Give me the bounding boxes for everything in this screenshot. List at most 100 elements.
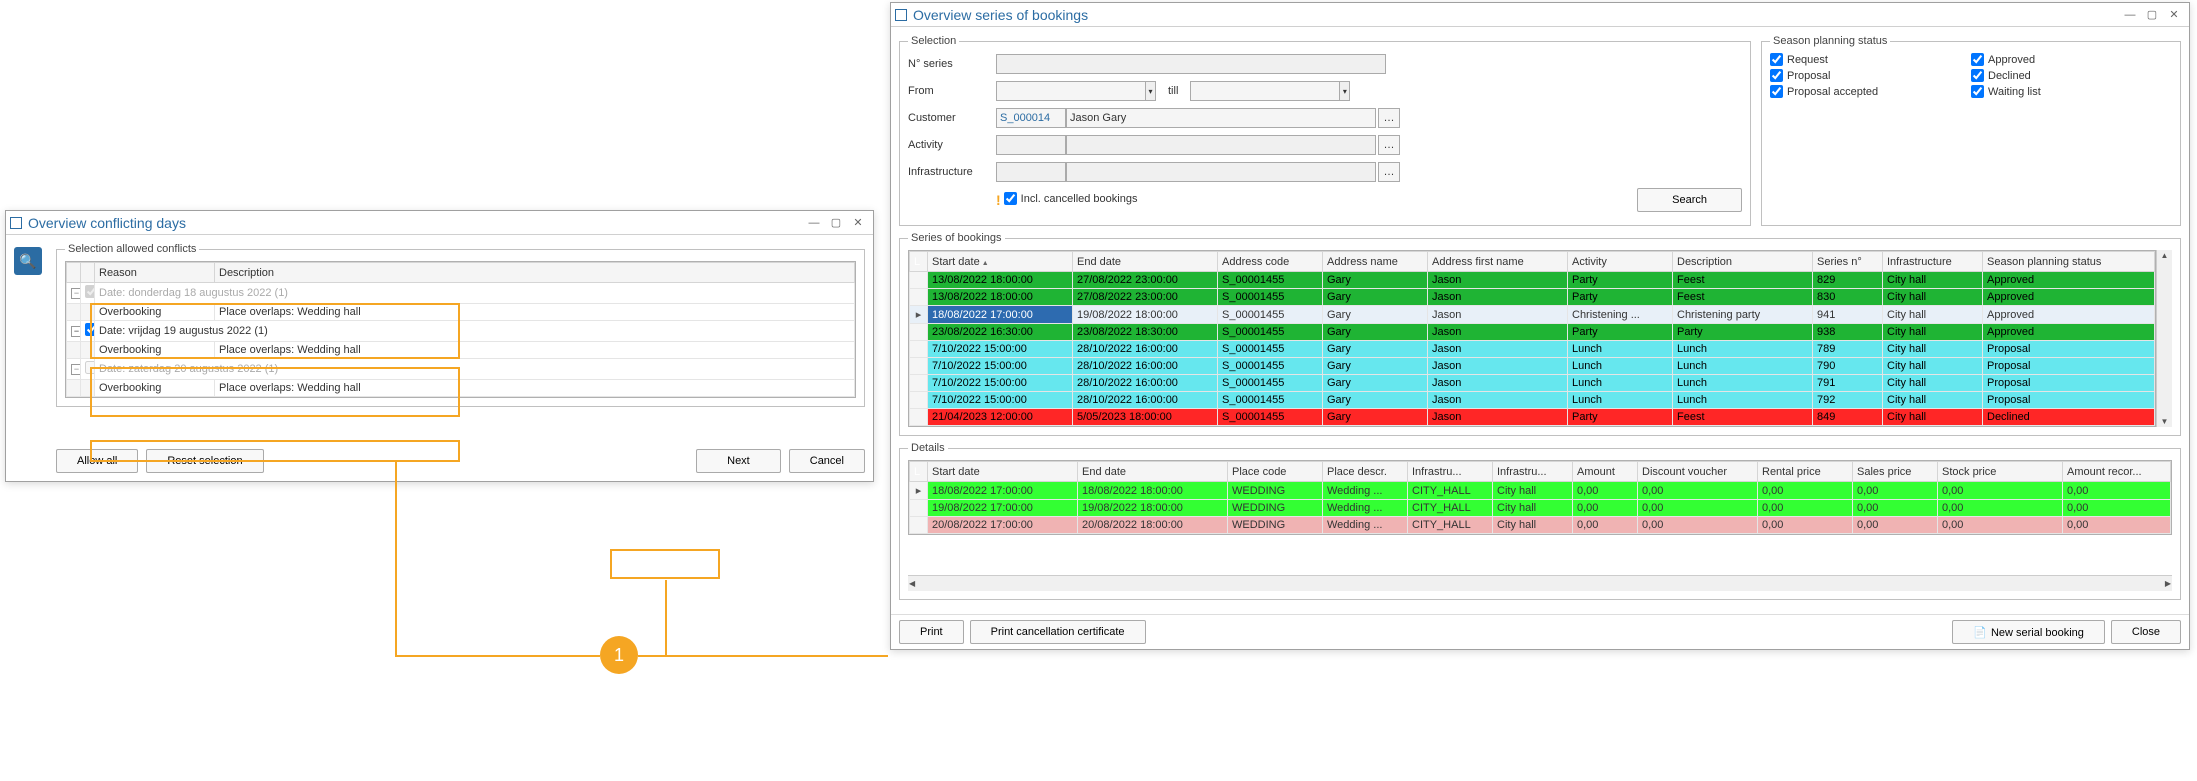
details-fieldset: Details L Start date End date Place code…: [899, 442, 2181, 600]
series-addrcode-header[interactable]: Address code: [1218, 252, 1323, 272]
group-label[interactable]: Date: vrijdag 19 augustus 2022 (1): [95, 321, 855, 342]
search-button[interactable]: Search: [1637, 188, 1742, 212]
expand-toggle[interactable]: −: [67, 321, 81, 342]
group-label[interactable]: Date: zaterdag 20 augustus 2022 (1): [95, 359, 855, 380]
callout-line-4: [665, 580, 667, 656]
infra-name-input[interactable]: [1066, 162, 1376, 182]
series-desc-header[interactable]: Description: [1673, 252, 1813, 272]
details-table: L Start date End date Place code Place d…: [909, 461, 2171, 534]
series-no-header[interactable]: Series n°: [1813, 252, 1883, 272]
series-addrname-header[interactable]: Address name: [1323, 252, 1428, 272]
from-date-input[interactable]: [996, 81, 1145, 101]
incl-cancelled-checkbox[interactable]: Incl. cancelled bookings: [1004, 192, 1138, 205]
activity-code-input[interactable]: [996, 135, 1066, 155]
details-end-header[interactable]: End date: [1078, 462, 1228, 482]
details-l-header[interactable]: L: [910, 462, 928, 482]
details-sales-header[interactable]: Sales price: [1853, 462, 1938, 482]
series-row[interactable]: 7/10/2022 15:00:0028/10/2022 16:00:00S_0…: [910, 341, 2155, 358]
customer-lookup-button[interactable]: …: [1378, 108, 1400, 128]
minimize-button[interactable]: —: [2119, 7, 2141, 23]
group-checkbox[interactable]: [81, 359, 95, 380]
activity-name-input[interactable]: [1066, 135, 1376, 155]
series-end-header[interactable]: End date: [1073, 252, 1218, 272]
details-row[interactable]: 19/08/2022 17:00:0019/08/2022 18:00:00WE…: [910, 500, 2171, 517]
series-l-header[interactable]: L: [910, 252, 928, 272]
details-placedesc-header[interactable]: Place descr.: [1323, 462, 1408, 482]
series-status-header[interactable]: Season planning status: [1983, 252, 2155, 272]
chk-approved[interactable]: Approved: [1971, 53, 2035, 66]
conflict-desc[interactable]: Place overlaps: Wedding hall: [215, 304, 855, 321]
expand-toggle[interactable]: −: [67, 359, 81, 380]
details-amountrec-header[interactable]: Amount recor...: [2063, 462, 2171, 482]
conflicts-fieldset: Selection allowed conflicts Reason Descr…: [56, 243, 865, 407]
conflict-desc[interactable]: Place overlaps: Wedding hall: [215, 380, 855, 397]
window-icon: [895, 9, 907, 21]
print-button[interactable]: Print: [899, 620, 964, 644]
infra-lookup-button[interactable]: …: [1378, 162, 1400, 182]
chk-waiting[interactable]: Waiting list: [1971, 85, 2041, 98]
details-infracode-header[interactable]: Infrastru...: [1408, 462, 1493, 482]
expand-col-header: [67, 263, 81, 283]
expand-toggle[interactable]: −: [67, 283, 81, 304]
details-amount-header[interactable]: Amount: [1573, 462, 1638, 482]
details-h-scrollbar[interactable]: ◀▶: [908, 575, 2172, 591]
till-date-input[interactable]: [1190, 81, 1339, 101]
maximize-button[interactable]: ▢: [825, 215, 847, 231]
conflict-desc[interactable]: Place overlaps: Wedding hall: [215, 342, 855, 359]
from-date-dropdown[interactable]: ▾: [1145, 81, 1156, 101]
details-row[interactable]: 20/08/2022 17:00:0020/08/2022 18:00:00WE…: [910, 517, 2171, 534]
maximize-button[interactable]: ▢: [2141, 7, 2163, 23]
series-start-header[interactable]: Start date▲: [928, 252, 1073, 272]
warning-icon: !: [996, 192, 1001, 208]
customer-name-input[interactable]: [1066, 108, 1376, 128]
minimize-button[interactable]: —: [803, 215, 825, 231]
activity-lookup-button[interactable]: …: [1378, 135, 1400, 155]
next-button[interactable]: Next: [696, 449, 781, 473]
details-placecode-header[interactable]: Place code: [1228, 462, 1323, 482]
details-start-header[interactable]: Start date: [928, 462, 1078, 482]
series-row[interactable]: 13/08/2022 18:00:0027/08/2022 23:00:00S_…: [910, 289, 2155, 306]
overview-window: Overview series of bookings — ▢ ✕ Select…: [890, 2, 2190, 650]
details-discount-header[interactable]: Discount voucher: [1638, 462, 1758, 482]
allow-all-button[interactable]: Allow all: [56, 449, 138, 473]
reason-header[interactable]: Reason: [95, 263, 215, 283]
till-date-dropdown[interactable]: ▾: [1339, 81, 1350, 101]
series-row[interactable]: 7/10/2022 15:00:0028/10/2022 16:00:00S_0…: [910, 375, 2155, 392]
close-button[interactable]: Close: [2111, 620, 2181, 644]
series-row[interactable]: 23/08/2022 16:30:0023/08/2022 18:30:00S_…: [910, 324, 2155, 341]
infra-code-input[interactable]: [996, 162, 1066, 182]
series-activity-header[interactable]: Activity: [1568, 252, 1673, 272]
details-row[interactable]: ▸18/08/2022 17:00:0018/08/2022 18:00:00W…: [910, 482, 2171, 500]
series-row[interactable]: 21/04/2023 12:00:005/05/2023 18:00:00S_0…: [910, 409, 2155, 426]
conflict-reason[interactable]: Overbooking: [95, 304, 215, 321]
group-checkbox[interactable]: [81, 283, 95, 304]
n-series-input[interactable]: [996, 54, 1386, 74]
customer-code-input[interactable]: [996, 108, 1066, 128]
new-serial-booking-button[interactable]: 📄New serial booking: [1952, 620, 2105, 644]
series-row[interactable]: ▸18/08/2022 17:00:0019/08/2022 18:00:00S…: [910, 306, 2155, 324]
series-scrollbar[interactable]: ▲▼: [2156, 250, 2172, 427]
cancel-button[interactable]: Cancel: [789, 449, 865, 473]
conflict-reason[interactable]: Overbooking: [95, 342, 215, 359]
print-cert-button[interactable]: Print cancellation certificate: [970, 620, 1146, 644]
series-row[interactable]: 13/08/2022 18:00:0027/08/2022 23:00:00S_…: [910, 272, 2155, 289]
group-label[interactable]: Date: donderdag 18 augustus 2022 (1): [95, 283, 855, 304]
series-infra-header[interactable]: Infrastructure: [1883, 252, 1983, 272]
series-row[interactable]: 7/10/2022 15:00:0028/10/2022 16:00:00S_0…: [910, 358, 2155, 375]
chk-proposal[interactable]: Proposal: [1770, 69, 1830, 82]
close-button[interactable]: ✕: [2163, 7, 2185, 23]
chk-declined[interactable]: Declined: [1971, 69, 2031, 82]
details-rental-header[interactable]: Rental price: [1758, 462, 1853, 482]
details-infraname-header[interactable]: Infrastru...: [1493, 462, 1573, 482]
search-panel-icon[interactable]: 🔍: [14, 247, 42, 275]
group-checkbox[interactable]: [81, 321, 95, 342]
reset-selection-button[interactable]: Reset selection: [146, 449, 263, 473]
description-header[interactable]: Description: [215, 263, 855, 283]
conflict-reason[interactable]: Overbooking: [95, 380, 215, 397]
chk-proposal-accepted[interactable]: Proposal accepted: [1770, 85, 1878, 98]
details-stock-header[interactable]: Stock price: [1938, 462, 2063, 482]
close-button[interactable]: ✕: [847, 215, 869, 231]
series-row[interactable]: 7/10/2022 15:00:0028/10/2022 16:00:00S_0…: [910, 392, 2155, 409]
chk-request[interactable]: Request: [1770, 53, 1828, 66]
series-addrfirst-header[interactable]: Address first name: [1428, 252, 1568, 272]
